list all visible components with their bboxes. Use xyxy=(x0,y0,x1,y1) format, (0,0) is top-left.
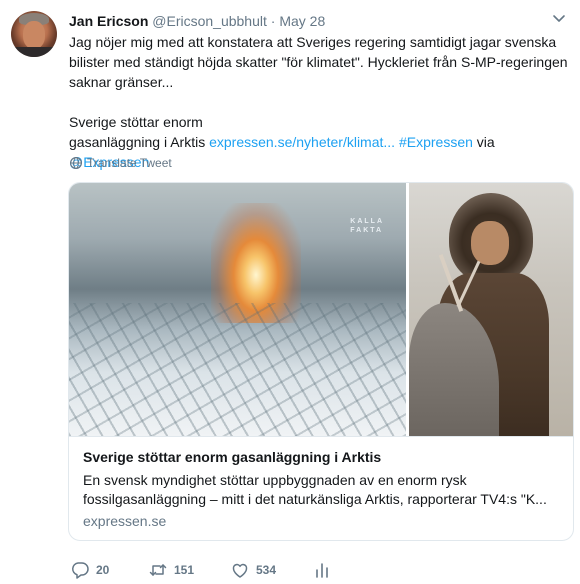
tweet-actions: 20 151 534 xyxy=(0,560,580,582)
retweet-button[interactable]: 151 xyxy=(148,560,194,580)
analytics-icon xyxy=(316,563,328,578)
author-handle[interactable]: @Ericson_ubbhult xyxy=(152,13,267,29)
via-label: via xyxy=(476,134,495,150)
plant-structures xyxy=(69,303,406,436)
analytics-button[interactable] xyxy=(312,560,332,580)
like-count: 534 xyxy=(256,563,277,577)
reply-button[interactable]: 20 xyxy=(70,560,109,580)
heart-icon xyxy=(232,563,248,578)
reply-count: 20 xyxy=(96,563,110,577)
chevron-down-icon[interactable] xyxy=(552,14,566,24)
card-domain: expressen.se xyxy=(83,513,167,529)
retweet-icon xyxy=(149,564,167,576)
herder-face xyxy=(471,221,509,265)
tweet-text-inline: gasanläggning i Arktis xyxy=(69,134,210,150)
globe-icon xyxy=(70,157,82,169)
translate-tweet-button[interactable]: Translate Tweet xyxy=(69,156,172,170)
link-card[interactable]: KALLA FAKTA Sverige stöttar enorm gasanl… xyxy=(68,182,574,541)
tweet-header: Jan Ericson @Ericson_ubbhult · May 28 xyxy=(69,12,325,30)
watermark-line-1: KALLA xyxy=(350,218,384,225)
translate-label[interactable]: Translate Tweet xyxy=(87,156,172,170)
hashtag-link[interactable]: #Expressen xyxy=(399,134,473,150)
card-description: En svensk myndighet stöttar uppbyggnaden… xyxy=(83,472,547,507)
card-image-gas-plant[interactable]: KALLA FAKTA xyxy=(69,183,406,436)
article-link[interactable]: expressen.se/nyheter/klimat... xyxy=(209,134,395,150)
watermark: KALLA FAKTA xyxy=(350,217,384,235)
tweet-text: Jag nöjer mig med att konstatera att Sve… xyxy=(69,32,569,172)
author-name[interactable]: Jan Ericson xyxy=(69,13,148,29)
card-body[interactable]: Sverige stöttar enorm gasanläggning i Ar… xyxy=(69,436,573,540)
avatar[interactable] xyxy=(11,11,57,57)
card-image-reindeer-herder[interactable] xyxy=(409,183,573,436)
header-separator: · xyxy=(270,13,276,29)
avatar-face xyxy=(23,21,45,49)
reply-icon xyxy=(71,562,89,579)
tweet-date[interactable]: May 28 xyxy=(279,13,325,29)
tweet-text-paragraph-1: Jag nöjer mig med att konstatera att Sve… xyxy=(69,34,568,90)
card-title[interactable]: Sverige stöttar enorm gasanläggning i Ar… xyxy=(83,448,381,466)
like-button[interactable]: 534 xyxy=(230,560,276,580)
retweet-count: 151 xyxy=(174,563,195,577)
avatar-shirt xyxy=(11,47,57,57)
tweet-text-paragraph-2-line-1: Sverige stöttar enorm xyxy=(69,114,203,130)
watermark-line-2: FAKTA xyxy=(350,227,384,234)
